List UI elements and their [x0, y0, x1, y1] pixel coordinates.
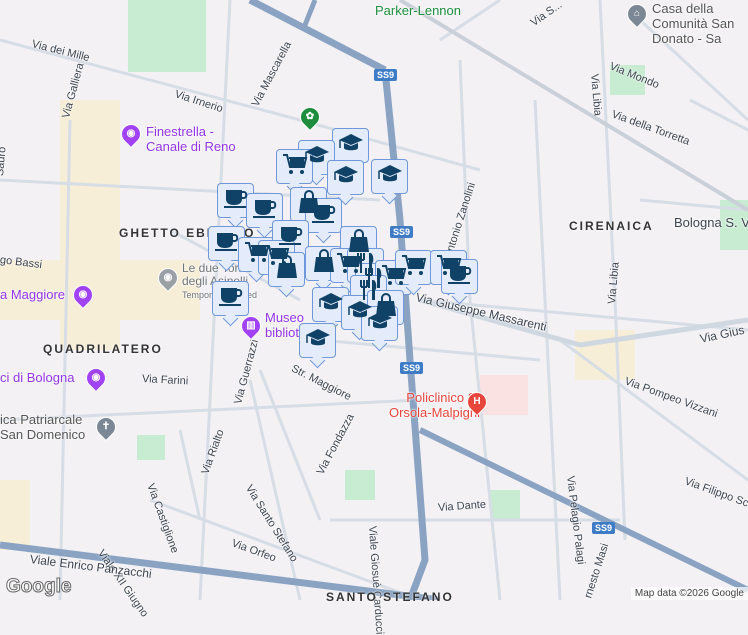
road-shield-ss9: SS9: [374, 69, 398, 81]
map-marker-shopping-bag[interactable]: [268, 252, 305, 287]
road-shield-ss9: SS9: [592, 522, 616, 534]
road-shield-ss9: SS9: [390, 226, 414, 238]
graduation-cap-icon: [333, 163, 359, 193]
map-marker-coffee-cup[interactable]: [441, 259, 478, 294]
map-marker-graduation-cap[interactable]: [332, 128, 369, 163]
district-quadrilatero: QUADRILATERO: [43, 342, 163, 356]
poi-musei[interactable]: ci di Bologna: [0, 370, 74, 385]
poi-bologna-sv[interactable]: Bologna S. V: [674, 215, 748, 230]
street-label: Via Farini: [141, 373, 189, 388]
graduation-cap-icon: [377, 162, 403, 192]
shopping-cart-icon: [282, 152, 308, 182]
graduation-cap-icon: [318, 290, 344, 320]
road-shield-ss9: SS9: [400, 362, 424, 374]
coffee-cup-icon: [214, 229, 240, 259]
district-santo-stefano: SANTO STEFANO: [326, 590, 454, 604]
map-marker-graduation-cap[interactable]: [327, 160, 364, 195]
district-cirenaica: CIRENAICA: [569, 219, 654, 233]
coffee-cup-icon: [218, 284, 244, 314]
map-marker-coffee-cup[interactable]: [212, 281, 249, 316]
poi-finestrella[interactable]: Finestrella - Canale di Reno: [146, 124, 256, 154]
coffee-cup-icon: [223, 186, 249, 216]
hospital-area: [480, 375, 528, 415]
shopping-bag-icon: [274, 254, 300, 285]
google-logo: Google: [5, 576, 72, 598]
poi-casa-comunita[interactable]: Casa della Comunità San Donato - Sa: [652, 1, 748, 46]
map-marker-graduation-cap[interactable]: [299, 323, 336, 358]
map-marker-shopping-cart[interactable]: [276, 149, 313, 184]
map-marker-graduation-cap[interactable]: [371, 159, 408, 194]
poi-san-domenico[interactable]: ica Patriarcale San Domenico: [0, 412, 95, 442]
map-marker-graduation-cap[interactable]: [361, 306, 398, 341]
poi-policlinico[interactable]: Policlinico S. Orsola-Malpighi: [370, 390, 480, 420]
graduation-cap-icon: [305, 326, 331, 356]
poi-piazza-maggiore[interactable]: a Maggiore: [0, 287, 65, 302]
poi-parker-lennon[interactable]: Parker-Lennon: [375, 3, 461, 18]
coffee-cup-icon: [447, 262, 473, 292]
map-attribution[interactable]: Map data ©2026 Google: [630, 587, 748, 600]
graduation-cap-icon: [367, 309, 393, 339]
map-marker-coffee-cup[interactable]: [305, 198, 342, 233]
coffee-cup-icon: [311, 201, 337, 231]
graduation-cap-icon: [338, 131, 364, 161]
